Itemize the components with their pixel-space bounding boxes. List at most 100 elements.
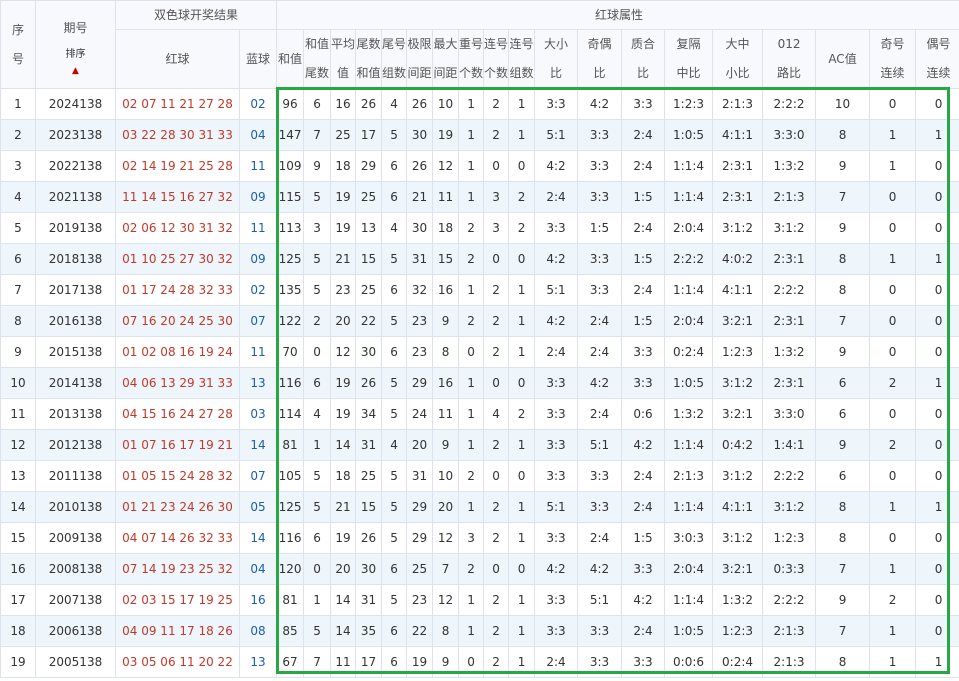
row-attr-10: 2:4: [534, 336, 579, 368]
row-attr-12: 4:2: [621, 584, 666, 616]
row-attr-4: 6: [381, 181, 408, 213]
row-attr-2: 25: [330, 119, 357, 151]
row-issue: 2017138: [35, 274, 116, 306]
row-attr-0: 116: [276, 522, 305, 554]
row-attr-12: 2:4: [621, 460, 666, 492]
row-attr-8: 0: [483, 150, 510, 182]
row-blue-ball: 11: [238, 336, 278, 368]
row-attr-6: 9: [432, 305, 460, 337]
row-attr-15: 2:3:1: [762, 367, 817, 399]
row-attr-14: 4:1:1: [712, 274, 764, 306]
row-red-balls: 11 14 15 16 27 32: [115, 181, 240, 213]
row-attr-0: 81: [276, 429, 305, 461]
row-attr-17: 1: [869, 243, 917, 275]
row-attr-4: 5: [381, 491, 408, 523]
row-attr-6: 8: [432, 615, 460, 647]
row-attr-1: 1: [303, 584, 332, 616]
row-attr-10: 2:4: [534, 181, 579, 213]
row-attr-2: 14: [330, 429, 357, 461]
row-attr-2: 18: [330, 460, 357, 492]
row-attr-10: 5:1: [534, 491, 579, 523]
row-attr-14: 4:1:1: [712, 491, 764, 523]
row-attr-16: 8: [815, 491, 871, 523]
row-attr-0: 116: [276, 367, 305, 399]
row-seq: 5: [0, 212, 36, 244]
row-seq: 7: [0, 274, 36, 306]
row-attr-8: 0: [483, 243, 510, 275]
sort-arrow-up-icon[interactable]: ▲: [37, 67, 115, 76]
row-attr-1: 5: [303, 491, 332, 523]
row-attr-14: 3:2:1: [712, 553, 764, 585]
row-attr-11: 3:3: [577, 243, 623, 275]
row-attr-5: 29: [406, 491, 434, 523]
row-attr-11: 2:4: [577, 336, 623, 368]
row-attr-15: 2:1:3: [762, 646, 817, 678]
row-attr-10: 3:3: [534, 615, 579, 647]
row-attr-10: 3:3: [534, 460, 579, 492]
row-attr-6: 16: [432, 367, 460, 399]
header-attr-2: 平均值: [330, 29, 357, 89]
header-draw-group: 双色球开奖结果: [114, 0, 278, 30]
row-attr-7: 1: [458, 150, 485, 182]
row-attr-8: 2: [483, 274, 510, 306]
row-attr-17: 0: [869, 522, 917, 554]
row-attr-5: 29: [406, 367, 434, 399]
row-attr-10: 4:2: [534, 243, 579, 275]
row-attr-10: 2:4: [534, 646, 579, 678]
row-attr-9: 0: [508, 367, 536, 399]
row-attr-7: 1: [458, 491, 485, 523]
row-seq: 9: [0, 336, 36, 368]
row-attr-10: 4:2: [534, 150, 579, 182]
row-issue: 2024138: [35, 88, 116, 120]
row-attr-7: 1: [458, 584, 485, 616]
table-row: 3 2022138 02 14 19 21 25 28 11 109 9 18 29 6 26 12…: [0, 150, 959, 182]
row-attr-9: 1: [508, 274, 536, 306]
row-attr-0: 125: [276, 491, 305, 523]
row-attr-1: 3: [303, 212, 332, 244]
row-attr-10: 4:2: [534, 305, 579, 337]
row-blue-ball: 04: [238, 119, 278, 151]
row-attr-3: 35: [355, 615, 383, 647]
header-issue[interactable]: 期号 排序 ▲: [35, 0, 116, 89]
row-attr-16: 8: [815, 646, 871, 678]
row-attr-17: 1: [869, 150, 917, 182]
row-attr-12: 1:5: [621, 305, 666, 337]
row-attr-13: 1:0:5: [664, 119, 714, 151]
row-issue: 2023138: [35, 119, 116, 151]
row-blue-ball: 02: [238, 88, 278, 120]
row-attr-0: 113: [276, 212, 305, 244]
row-seq: 2: [0, 119, 36, 151]
row-attr-12: 3:3: [621, 367, 666, 399]
row-attr-16: 6: [815, 367, 871, 399]
row-attr-15: 2:2:2: [762, 88, 817, 120]
row-attr-4: 4: [381, 429, 408, 461]
row-attr-3: 17: [355, 119, 383, 151]
row-attr-11: 2:4: [577, 305, 623, 337]
row-attr-18: 0: [915, 429, 959, 461]
row-attr-13: 3:0:3: [664, 522, 714, 554]
row-attr-15: 1:2:3: [762, 522, 817, 554]
row-attr-13: 1:1:4: [664, 491, 714, 523]
row-attr-13: 1:1:4: [664, 429, 714, 461]
row-attr-1: 5: [303, 460, 332, 492]
row-attr-18: 1: [915, 646, 959, 678]
row-attr-7: 2: [458, 305, 485, 337]
row-attr-6: 11: [432, 398, 460, 430]
row-attr-0: 70: [276, 336, 305, 368]
row-issue: 2013138: [35, 398, 116, 430]
row-attr-3: 31: [355, 584, 383, 616]
row-attr-18: 0: [915, 584, 959, 616]
row-attr-6: 11: [432, 181, 460, 213]
row-attr-8: 2: [483, 336, 510, 368]
sort-control[interactable]: 排序 ▲: [37, 43, 115, 76]
row-attr-2: 14: [330, 584, 357, 616]
header-seq: 序号: [0, 0, 36, 89]
row-attr-3: 25: [355, 460, 383, 492]
row-issue: 2011138: [35, 460, 116, 492]
row-attr-8: 3: [483, 181, 510, 213]
row-blue-ball: 09: [238, 243, 278, 275]
row-seq: 12: [0, 429, 36, 461]
row-attr-15: 3:1:2: [762, 212, 817, 244]
row-red-balls: 03 05 06 11 20 22: [115, 646, 240, 678]
row-attr-7: 2: [458, 243, 485, 275]
